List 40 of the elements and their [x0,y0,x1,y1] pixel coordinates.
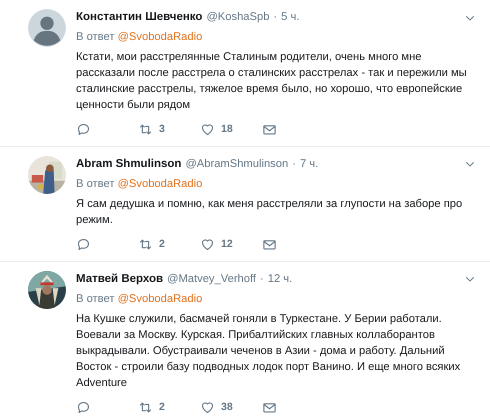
retweet-icon[interactable] [138,400,153,416]
mention-link[interactable]: @SvobodaRadio [118,31,202,44]
separator-dot: · [273,10,278,25]
user-name[interactable]: Abram Shmulinson [76,156,182,174]
timestamp[interactable]: 12 ч. [268,270,292,288]
retweet-icon[interactable] [138,237,153,252]
user-handle: @KoshaSpb [206,10,270,25]
reply-label: В ответ [76,31,114,44]
mail-icon[interactable] [262,122,277,138]
separator-dot: · [292,156,296,172]
like-count: 18 [221,122,233,138]
user-name[interactable]: Константин Шевченко [76,9,202,26]
like-count: 38 [221,400,233,415]
tweet-text: Кстати, мои расстрелянные Сталиным родители, очень много мне рассказали после расстрела о сталинских расстрелах - так и пережили мы сталинские расстрелы, тяжелое время было, но хорошо, что европейские ценности были рядом [76,50,468,114]
heart-icon[interactable] [200,400,215,416]
timestamp[interactable]: 7 ч. [300,156,318,173]
mention-link[interactable]: @SvobodaRadio [118,178,202,190]
separator-dot: · [260,272,264,287]
timestamp[interactable]: 5 ч. [281,9,300,26]
reply-icon[interactable] [76,122,91,138]
retweet-count: 3 [159,122,165,138]
reply-icon[interactable] [76,400,91,416]
tweet-text: На Кушке служили, басмачей гоняли в Туркестане. У Берии работали. Воевали за Москву. Курская. Прибалтийских главных коллаборантов выкрадывали. Обустраивали чеченов в Азии - дома и работу. Дальний Восток - строили базу подводных лодок порт Ванино. И еще много всяких Adventure [76,312,462,391]
user-name[interactable]: Матвей Верхов [76,270,164,288]
retweet-count: 2 [159,400,165,415]
avatar[interactable] [28,9,66,47]
user-handle: @Matvey_Verhoff [167,272,256,287]
like-count: 12 [221,236,233,252]
retweet-icon[interactable] [138,122,153,138]
mention-link[interactable]: @SvobodaRadio [118,292,202,305]
heart-icon[interactable] [200,122,215,138]
reply-label: В ответ [76,292,114,305]
mail-icon[interactable] [262,237,277,252]
retweet-count: 2 [159,236,165,252]
reply-label: В ответ [76,178,114,190]
reply-icon[interactable] [76,237,91,252]
user-handle: @AbramShmulinson [185,156,288,172]
tweet-text: Я сам дедушка и помню, как меня расстреляли за глупости на заборе про режим. [76,196,464,228]
mail-icon[interactable] [262,400,277,416]
heart-icon[interactable] [200,237,215,252]
